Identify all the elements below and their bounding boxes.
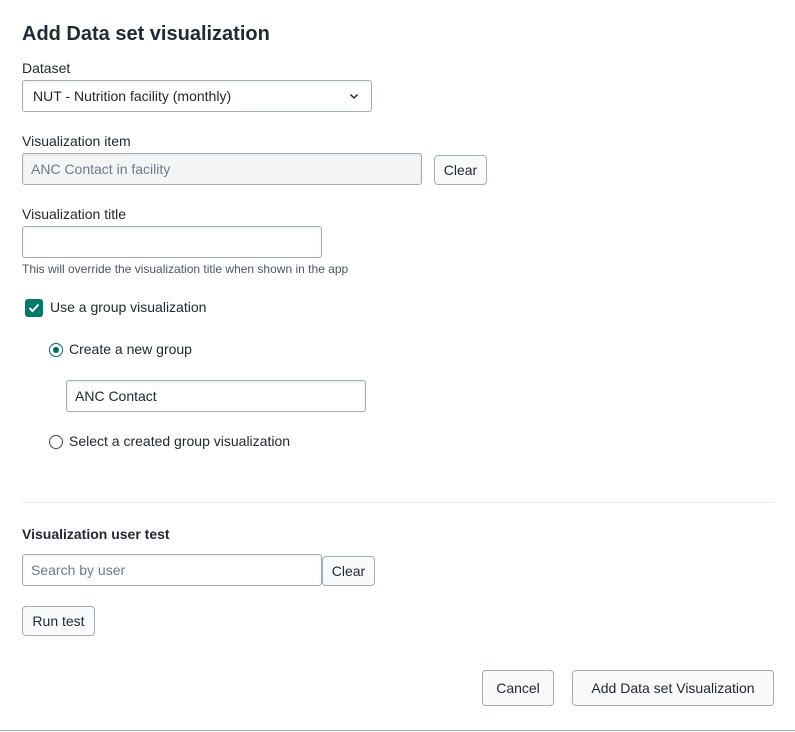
visualization-item-label: Visualization item	[22, 133, 131, 149]
dataset-label: Dataset	[22, 60, 71, 76]
visualization-item-input[interactable]: ANC Contact in facility	[22, 153, 422, 185]
user-test-label: Visualization user test	[22, 526, 170, 542]
new-group-name-input[interactable]: ANC Contact	[66, 380, 366, 412]
user-search-input[interactable]: Search by user	[22, 554, 322, 586]
user-search-clear-button[interactable]: Clear	[322, 556, 375, 586]
section-divider	[22, 502, 775, 503]
visualization-title-input[interactable]	[22, 226, 322, 258]
add-dataset-visualization-button[interactable]: Add Data set Visualization	[572, 670, 774, 706]
visualization-item-clear-button[interactable]: Clear	[434, 155, 487, 185]
chevron-down-icon	[347, 89, 361, 103]
user-search-placeholder: Search by user	[31, 562, 126, 578]
dataset-select[interactable]: NUT - Nutrition facility (monthly)	[22, 80, 372, 112]
cancel-button[interactable]: Cancel	[482, 670, 554, 706]
visualization-title-label: Visualization title	[22, 206, 127, 222]
new-group-name-value: ANC Contact	[75, 388, 157, 404]
dataset-selected-value: NUT - Nutrition facility (monthly)	[33, 88, 232, 104]
run-test-button[interactable]: Run test	[22, 606, 95, 636]
visualization-item-value: ANC Contact in facility	[31, 161, 171, 177]
create-new-group-radio[interactable]	[49, 343, 63, 357]
group-visualization-label: Use a group visualization	[50, 299, 207, 315]
visualization-title-help: This will override the visualization tit…	[22, 262, 349, 276]
add-dataset-visualization-modal: Add Data set visualization Dataset NUT -…	[0, 0, 795, 731]
select-existing-group-radio[interactable]	[49, 435, 63, 449]
modal-title: Add Data set visualization	[22, 23, 270, 45]
create-new-group-label: Create a new group	[69, 341, 192, 357]
select-existing-group-label: Select a created group visualization	[69, 433, 291, 449]
group-visualization-checkbox[interactable]	[25, 299, 43, 317]
check-icon	[28, 303, 40, 313]
